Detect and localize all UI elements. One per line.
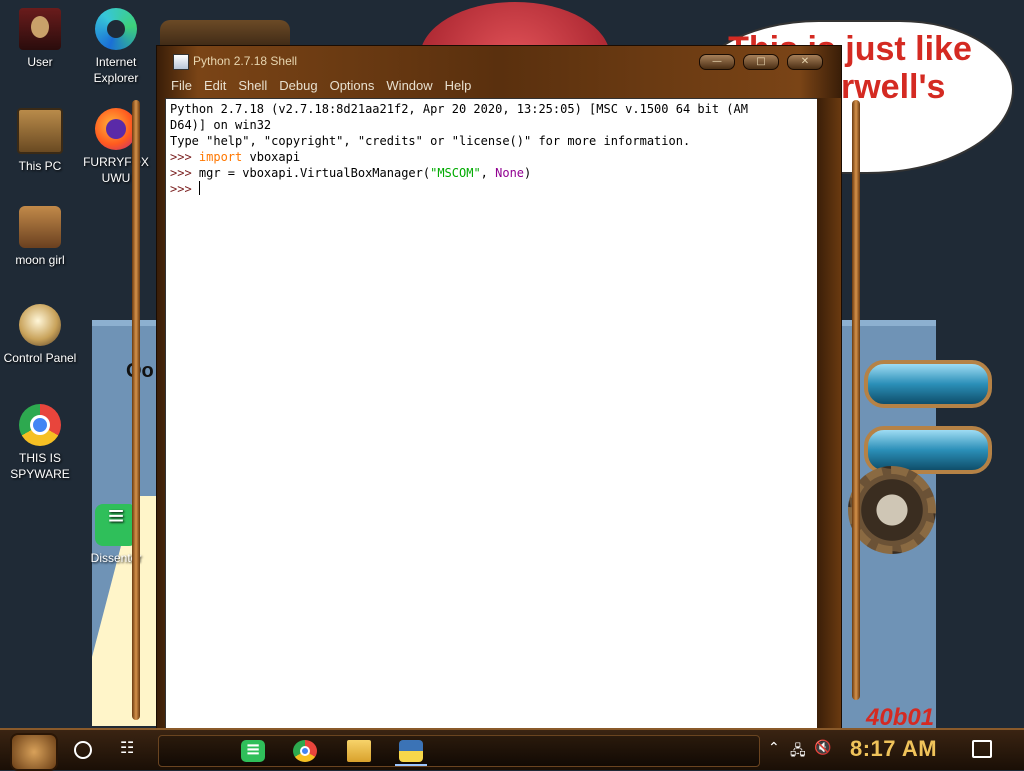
volume-muted-icon[interactable]: 🔇 xyxy=(814,740,831,756)
desktop-icon-user[interactable]: User xyxy=(0,8,80,70)
menu-shell[interactable]: Shell xyxy=(232,76,273,96)
shell-banner-line: Type "help", "copyright", "credits" or "… xyxy=(170,134,691,148)
shell-prompt: >>> xyxy=(170,166,199,180)
idle-app-icon xyxy=(173,54,189,70)
desktop-icon-label: moon girl xyxy=(15,253,65,267)
firefox-icon xyxy=(95,108,137,150)
desktop-icon-label: Control Panel xyxy=(3,351,77,365)
desktop-icon-control-panel[interactable]: Control Panel xyxy=(0,304,80,366)
menu-bar: File Edit Shell Debug Options Window Hel… xyxy=(165,76,833,96)
user-folder-icon xyxy=(19,8,61,50)
window-title: Python 2.7.18 Shell xyxy=(193,54,298,68)
tray-chevron-icon[interactable]: ⌃ xyxy=(768,740,780,756)
dissenter-icon xyxy=(95,504,137,546)
shell-prompt: >>> xyxy=(170,150,199,164)
close-button[interactable]: ✕ xyxy=(787,54,823,70)
task-view-icon[interactable]: ☷ xyxy=(120,738,140,758)
menu-edit[interactable]: Edit xyxy=(198,76,232,96)
shell-code: ) xyxy=(524,166,532,180)
brass-pole-right xyxy=(852,100,860,700)
shell-prompt: >>> xyxy=(170,182,199,196)
maximize-button[interactable]: □ xyxy=(743,54,779,70)
file-icon xyxy=(19,206,61,248)
desktop-icon-label: FURRYFOX UWU xyxy=(83,155,149,185)
text-cursor xyxy=(198,181,200,195)
lightbulb-icon xyxy=(19,304,61,346)
start-button[interactable] xyxy=(10,733,58,771)
shell-banner-line: Python 2.7.18 (v2.7.18:8d21aa21f2, Apr 2… xyxy=(170,102,748,116)
taskbar-apps xyxy=(158,735,760,767)
desktop-icon-furryfox[interactable]: FURRYFOX UWU xyxy=(76,108,156,186)
menu-options[interactable]: Options xyxy=(324,76,381,96)
shell-code: vboxapi xyxy=(242,150,301,164)
window-titlebar[interactable]: Python 2.7.18 Shell — □ ✕ xyxy=(157,46,841,76)
notification-icon[interactable] xyxy=(972,740,992,758)
taskbar-chrome-icon[interactable] xyxy=(293,740,317,762)
desktop-icon-label: THIS IS SPYWARE xyxy=(10,451,70,481)
edge-browser-icon xyxy=(95,8,137,50)
desktop-icon-label: User xyxy=(27,55,53,69)
computer-icon xyxy=(17,108,63,154)
desktop-icon-chrome[interactable]: THIS IS SPYWARE xyxy=(0,404,80,482)
python-shell-window[interactable]: Python 2.7.18 Shell — □ ✕ File Edit Shel… xyxy=(156,45,842,735)
network-icon[interactable]: 🖧 xyxy=(790,740,806,764)
chrome-icon xyxy=(19,404,61,446)
menu-help[interactable]: Help xyxy=(439,76,478,96)
shell-keyword: import xyxy=(198,150,243,164)
shell-code: mgr = vboxapi.VirtualBoxManager( xyxy=(198,166,431,180)
menu-window[interactable]: Window xyxy=(380,76,438,96)
menu-debug[interactable]: Debug xyxy=(273,76,323,96)
taskbar-dissenter-icon[interactable] xyxy=(241,739,265,762)
brass-pole-left xyxy=(132,100,140,720)
desktop-icon-dissenter[interactable]: Dissenter xyxy=(76,504,156,566)
shell-builtin: None xyxy=(495,166,525,180)
search-circle-icon[interactable] xyxy=(74,741,92,759)
desktop-icon-internet-explorer[interactable]: Internet Explorer xyxy=(76,8,156,86)
shell-banner-line: D64)] on win32 xyxy=(170,118,272,132)
taskbar-python-icon[interactable] xyxy=(399,740,423,762)
taskbar-file-explorer-icon[interactable] xyxy=(347,740,371,762)
desktop-icon-label: This PC xyxy=(18,159,62,173)
shell-code: , xyxy=(480,166,496,180)
menu-file[interactable]: File xyxy=(165,76,198,96)
vertical-scrollbar[interactable] xyxy=(817,98,841,730)
minimize-button[interactable]: — xyxy=(699,54,735,70)
active-app-indicator xyxy=(395,764,427,766)
desktop-icon-this-pc[interactable]: This PC xyxy=(0,108,80,174)
taskbar: ☷ ⌃ 🖧 🔇 8:17 AM xyxy=(0,728,1024,771)
desktop-icon-moon-girl[interactable]: moon girl xyxy=(0,206,80,268)
desktop-icon-label: Dissenter xyxy=(90,551,142,565)
shell-text-area[interactable]: Python 2.7.18 (v2.7.18:8d21aa21f2, Apr 2… xyxy=(165,98,819,732)
desktop-icon-label: Internet Explorer xyxy=(93,55,139,85)
taskbar-clock[interactable]: 8:17 AM xyxy=(850,736,937,762)
shell-string: "MSCOM" xyxy=(430,166,481,180)
